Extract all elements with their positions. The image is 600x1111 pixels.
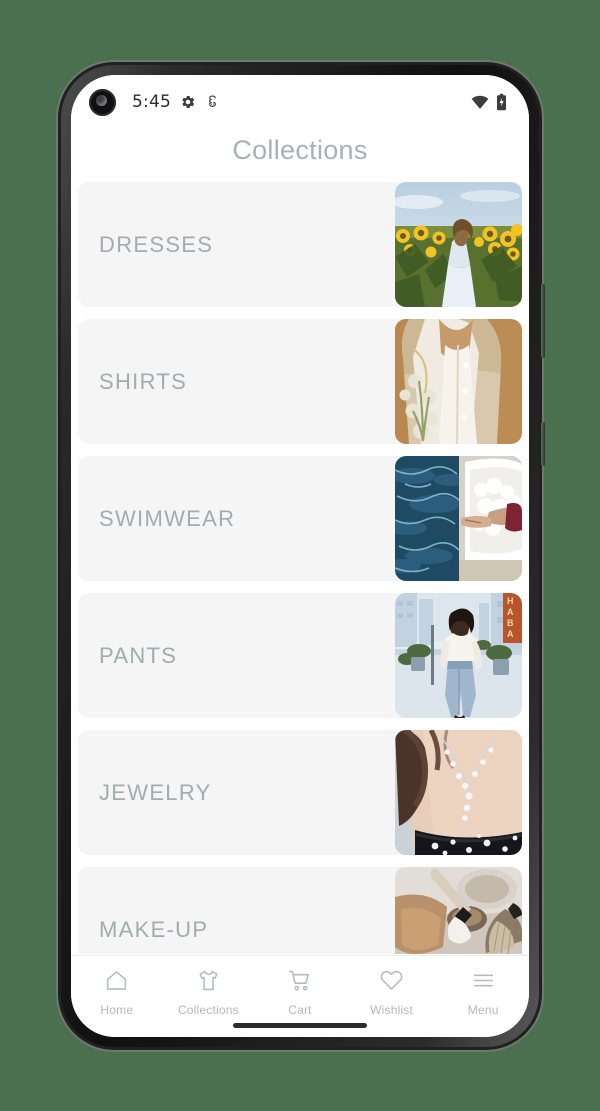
- svg-text:A: A: [507, 607, 514, 617]
- collection-label: DRESSES: [99, 231, 214, 257]
- collection-card-dresses[interactable]: DRESSES: [78, 182, 522, 307]
- android-head-icon: [205, 94, 220, 110]
- collection-card-swimwear[interactable]: SWIMWEAR: [78, 456, 522, 581]
- nav-item-collections[interactable]: Collections: [163, 968, 255, 1017]
- collection-label: SWIMWEAR: [99, 505, 236, 531]
- nav-item-menu[interactable]: Menu: [437, 968, 529, 1017]
- home-icon: [104, 968, 129, 998]
- tshirt-icon: [196, 968, 221, 998]
- status-bar: 5:45: [71, 75, 529, 129]
- makeup-brushes-image: [395, 867, 522, 954]
- sunflower-field-dress-image: [395, 182, 522, 307]
- status-time: 5:45: [132, 92, 171, 112]
- shopping-cart-icon: [287, 968, 312, 998]
- nav-item-cart[interactable]: Cart: [254, 968, 346, 1017]
- power-button[interactable]: [541, 422, 545, 466]
- nav-label: Home: [100, 1003, 134, 1017]
- status-bar-right: [471, 93, 507, 111]
- nav-label: Collections: [177, 1003, 239, 1017]
- wifi-icon: [471, 95, 489, 110]
- nav-item-wishlist[interactable]: Wishlist: [346, 968, 438, 1017]
- nav-label: Wishlist: [370, 1003, 414, 1017]
- collection-card-makeup[interactable]: MAKE-UP: [78, 867, 522, 954]
- home-indicator[interactable]: [233, 1023, 367, 1028]
- collection-list[interactable]: DRESSES SHIRTS SWIMWEAR PANTS H A B A JE…: [71, 182, 529, 954]
- cream-blouse-flowers-image: [395, 319, 522, 444]
- front-camera-icon: [89, 88, 116, 116]
- collection-label: SHIRTS: [99, 368, 188, 394]
- battery-charging-icon: [496, 93, 507, 111]
- gear-icon: [180, 94, 196, 110]
- hamburger-menu-icon: [471, 968, 496, 998]
- collection-label: JEWELRY: [99, 779, 212, 805]
- svg-text:A: A: [507, 629, 514, 639]
- nav-item-home[interactable]: Home: [71, 968, 163, 1017]
- city-street-jeans-image: HABA: [395, 593, 522, 718]
- page-title: Collections: [71, 129, 529, 182]
- status-bar-left: 5:45: [132, 92, 220, 112]
- phone-screen: 5:45 Collections DRESSES SHIRTS SWIMWEAR…: [71, 75, 529, 1037]
- pearl-necklace-closeup-image: [395, 730, 522, 855]
- poolside-swimsuit-image: [395, 456, 522, 581]
- nav-label: Menu: [467, 1003, 499, 1017]
- svg-text:B: B: [507, 618, 514, 628]
- collection-card-pants[interactable]: PANTS H A B A: [78, 593, 522, 718]
- collection-label: MAKE-UP: [99, 916, 209, 942]
- collection-card-shirts[interactable]: SHIRTS: [78, 319, 522, 444]
- volume-button[interactable]: [541, 284, 545, 358]
- svg-text:H: H: [507, 596, 514, 606]
- nav-label: Cart: [288, 1003, 312, 1017]
- collection-label: PANTS: [99, 642, 178, 668]
- collection-card-jewelry[interactable]: JEWELRY: [78, 730, 522, 855]
- heart-icon: [379, 968, 404, 998]
- phone-frame: 5:45 Collections DRESSES SHIRTS SWIMWEAR…: [58, 62, 545, 1050]
